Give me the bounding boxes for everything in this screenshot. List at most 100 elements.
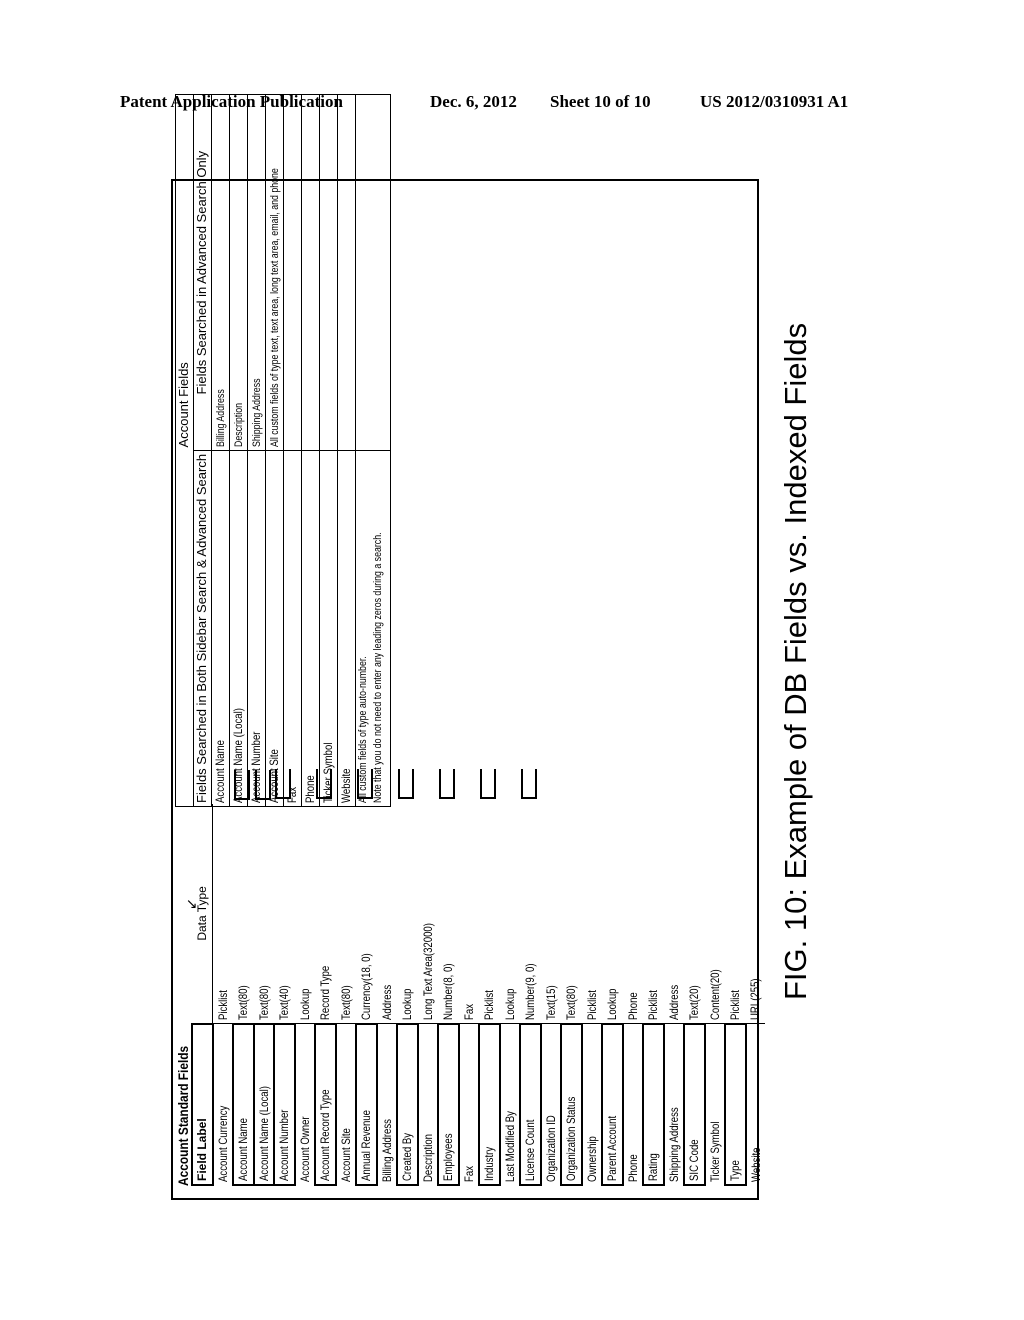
data-type-text: Long Text Area(32000) — [420, 923, 435, 1021]
data-type-text: Picklist — [646, 989, 661, 1020]
field-label-text: Created By — [400, 1132, 415, 1181]
data-type-text: Text(80) — [236, 984, 251, 1020]
field-label: Account Name (Local) — [253, 1023, 274, 1185]
field-label: Website — [746, 1024, 766, 1185]
both-search-field: Fax — [283, 450, 302, 807]
data-type-text: Text(40) — [277, 984, 292, 1020]
table-row: Account Site All custom fields of type te… — [265, 94, 284, 807]
advanced-only-field-text: All custom fields of type text, text are… — [269, 168, 281, 447]
field-label-text: Account Name — [236, 1118, 251, 1181]
data-type: Address — [663, 804, 684, 1024]
connector-box — [439, 769, 455, 799]
data-type: Content(20) — [704, 804, 725, 1024]
field-label: Organization ID — [541, 1024, 562, 1185]
field-label-text: Account Site — [338, 1128, 353, 1182]
advanced-only-field — [319, 94, 338, 451]
field-label: Shipping Address — [664, 1024, 685, 1185]
table-row: Annual Revenue Currency(18, 0) — [356, 767, 377, 1185]
data-type-text: Lookup — [297, 988, 312, 1021]
data-type: Record Type — [315, 804, 336, 1024]
field-label-text: Website — [748, 1147, 763, 1182]
both-search-field: Ticker Symbol — [319, 450, 338, 807]
field-label-text: Phone — [625, 1154, 640, 1182]
table-row: Account Name Billing Address — [211, 94, 230, 807]
data-type-text: Picklist — [482, 989, 497, 1020]
data-type-text: Picklist — [216, 990, 230, 1021]
field-label-text: Organization ID — [543, 1115, 558, 1182]
data-type-text: Text(80) — [338, 985, 353, 1021]
advanced-only-field-text: Shipping Address — [251, 378, 263, 447]
data-type-text: Address — [379, 984, 394, 1021]
connector-box — [521, 769, 537, 799]
table-row: SIC Code Text(20) — [684, 767, 705, 1185]
field-label-text: Industry — [482, 1146, 497, 1181]
field-label: Billing Address — [377, 1024, 398, 1185]
table-row: Account Name (Local) Description — [229, 94, 248, 807]
field-label-text: SIC Code — [687, 1139, 702, 1181]
table-row: Account Number Shipping Address — [247, 94, 266, 807]
data-type: Currency(18, 0) — [356, 804, 377, 1024]
data-type-text: Record Type — [318, 965, 333, 1020]
both-search-field-text: Website — [339, 768, 353, 803]
table-row: Created By Lookup — [397, 767, 418, 1185]
field-label: Account Site — [336, 1024, 357, 1185]
data-type: Fax — [458, 804, 479, 1024]
note-line-1: All custom fields of type auto-number. — [357, 656, 369, 803]
table-row: Type Picklist — [725, 767, 746, 1185]
data-type: Lookup — [499, 804, 520, 1024]
patent-number: US 2012/0310931 A1 — [700, 92, 849, 111]
col-header-both-searches: Fields Searched in Both Sidebar Search &… — [193, 450, 212, 807]
table-row: Description Long Text Area(32000) — [417, 767, 438, 1185]
data-type-header: Data Type — [192, 804, 213, 1024]
data-type: Lookup — [397, 804, 418, 1024]
table-row: Website URL(255) — [745, 767, 766, 1185]
table-row: Parent Account Lookup — [602, 767, 623, 1185]
field-label: Phone — [623, 1024, 644, 1185]
field-label-text: Account Name (Local) — [256, 1086, 271, 1181]
data-type: Text(15) — [540, 804, 561, 1024]
field-label-text: Annual Revenue — [359, 1110, 374, 1181]
field-label-text: Billing Address — [379, 1119, 394, 1182]
account-fields-group-title: Account Fields — [175, 94, 194, 451]
both-search-field: Account Name — [211, 450, 230, 807]
advanced-only-field: Description — [229, 94, 248, 451]
data-type: Text(80) — [233, 804, 254, 1024]
field-label-text: Account Owner — [297, 1116, 312, 1182]
data-type: URL(255) — [745, 804, 765, 1024]
table-row: Ticker Symbol Content(20) — [704, 767, 725, 1185]
both-search-field: Website — [337, 450, 356, 807]
data-type-text: Text(20) — [687, 984, 702, 1020]
data-type-text: Content(20) — [707, 969, 722, 1021]
standard-fields-title: Account Standard Fields — [175, 1045, 191, 1186]
data-type: Picklist — [581, 804, 602, 1024]
data-type-text: Lookup — [400, 988, 415, 1020]
both-search-field: Account Number — [247, 450, 266, 807]
data-type-text: Picklist — [584, 990, 599, 1021]
field-label-text: Employees — [441, 1133, 456, 1182]
advanced-only-field: Billing Address — [211, 94, 230, 451]
table-row: Account Site Text(80) — [335, 767, 357, 1185]
note-row: All custom fields of type auto-number. No… — [355, 94, 391, 807]
table-row: Billing Address Address — [376, 767, 398, 1185]
field-label: SIC Code — [684, 1023, 705, 1185]
table-row: License Count Number(9, 0) — [520, 767, 541, 1185]
table-row: Account Name (Local) Text(80) — [253, 767, 274, 1185]
data-type: Number(9, 0) — [520, 804, 541, 1024]
advanced-only-field: Shipping Address — [247, 94, 266, 451]
data-type: Address — [376, 804, 397, 1024]
field-label-text: Ticker Symbol — [707, 1121, 722, 1182]
col-header-advanced-only: Fields Searched in Advanced Search Only — [193, 94, 212, 451]
table-row: Phone Phone — [622, 767, 644, 1185]
field-label-text: Parent Account — [605, 1115, 620, 1181]
table-row: Account Name Text(80) — [233, 767, 254, 1185]
auto-number-note: All custom fields of type auto-number. No… — [355, 450, 391, 807]
figure-caption: FIG. 10: Example of DB Fields vs. Indexe… — [778, 322, 813, 1000]
both-search-field-text: Phone — [303, 775, 317, 803]
data-type: Long Text Area(32000) — [417, 804, 438, 1024]
table-row: Account Currency Picklist — [212, 767, 233, 1185]
data-type-text: Lookup — [605, 988, 620, 1020]
table-row: Organization ID Text(15) — [540, 767, 562, 1185]
field-label-text: Account Currency — [215, 1105, 230, 1182]
data-type: Phone — [622, 804, 643, 1024]
note-line-2: Note that you do not need to enter any l… — [372, 532, 384, 803]
